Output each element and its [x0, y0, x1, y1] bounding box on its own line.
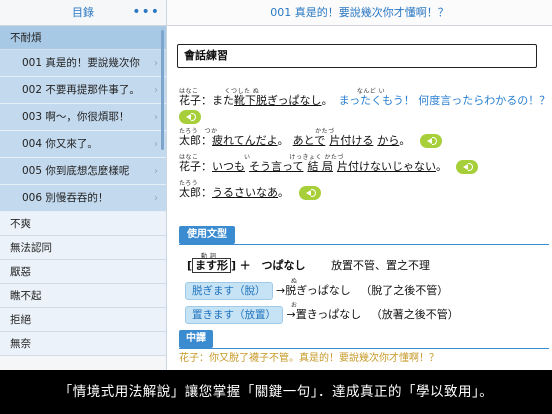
sidebar-item-label: 003 啊～，你很煩耶！: [22, 111, 130, 123]
example-verb-pill: 置きます（放置）: [185, 306, 283, 324]
dialogue-line: 花子：また靴下脱ぎっぱなし。 まったくもう！ 何度言ったらわかるの！？: [179, 94, 550, 108]
grammar-pattern-text: ＋ つぱなし: [239, 259, 306, 272]
speaker-audio-icon[interactable]: [179, 110, 201, 124]
arrow-right-icon: →: [286, 308, 296, 321]
example-result: 置きっぱなし: [295, 308, 362, 321]
speaker: 花子：: [179, 94, 212, 107]
key-phrase: 靴下脱ぎっぱなし: [234, 94, 322, 107]
dialogue-line: [179, 110, 201, 124]
grammar-example: 脱ぎます（脫） →脱ぎっぱなし （脫了之後不管）: [185, 282, 448, 300]
sidebar-category[interactable]: 不爽: [0, 212, 166, 236]
sidebar-category-impatient[interactable]: 不耐煩: [0, 26, 166, 50]
chevron-right-icon: ›: [154, 166, 158, 177]
arrow-right-icon: →: [276, 284, 286, 297]
sidebar-category[interactable]: 瞧不起: [0, 284, 166, 308]
sidebar-item[interactable]: 005 你到底想怎麼樣呢 ›: [0, 158, 166, 185]
grammar-pattern: [ます形] ＋ つぱなし 放置不管、置之不理: [187, 258, 431, 273]
sidebar-item[interactable]: 001 真是的！要說幾次你 ›: [0, 50, 166, 77]
dialogue-text: そう言って: [249, 160, 304, 173]
sidebar-item[interactable]: 002 不要再提那件事了。 ›: [0, 77, 166, 104]
sidebar-category[interactable]: 無奈: [0, 332, 166, 356]
speaker-audio-icon[interactable]: [298, 186, 321, 200]
sidebar-scrollbar[interactable]: [161, 30, 164, 150]
chevron-right-icon: ›: [154, 139, 158, 150]
lesson-title: 001 真是的！要說幾次你才懂啊！？: [270, 6, 449, 19]
lesson-header: 001 真是的！要說幾次你才懂啊！？: [167, 0, 552, 26]
dialogue-text: また: [212, 94, 234, 107]
chevron-right-icon: ›: [154, 112, 158, 123]
speaker: 花子：: [179, 160, 212, 173]
dialogue-text: 。: [399, 134, 411, 147]
grammar-divider: [179, 244, 549, 245]
dialogue-text: 。: [277, 134, 289, 147]
practice-title-box: 會話練習: [177, 44, 537, 68]
grammar-tag: ます形: [192, 258, 232, 273]
grammar-example: 置きます（放置） →置きっぱなし （放著之後不管）: [185, 306, 459, 324]
dialogue-text: 。: [278, 186, 289, 199]
speaker-audio-icon[interactable]: [456, 160, 479, 174]
sidebar-item-label: 001 真是的！要說幾次你: [22, 57, 140, 69]
translation-divider: [179, 348, 549, 349]
example-verb-pill: 脱ぎます（脫）: [185, 282, 273, 300]
sidebar-item-label: 005 你到底想怎麼樣呢: [22, 165, 130, 177]
dialogue-text: から: [377, 134, 400, 147]
sidebar-item-label: 002 不要再提那件事了。: [22, 84, 140, 96]
lesson-pane: 001 真是的！要說幾次你才懂啊！？ 會話練習 はなこ くつした ぬ なんど い…: [167, 0, 552, 370]
sidebar-category[interactable]: 拒絕: [0, 308, 166, 332]
chevron-right-icon: ›: [154, 193, 158, 204]
caption-text: 「情境式用法解說」讓您掌握「關鍵一句」．達成真正的「學以致用」。: [58, 384, 494, 400]
dialogue-text: いつも: [212, 160, 245, 173]
practice-title: 會話練習: [184, 49, 228, 62]
dialogue-text: 。: [435, 160, 447, 173]
dialogue-highlight: まったくもう！ 何度言ったらわかるの！？: [338, 94, 551, 107]
speaker: 太郎：: [179, 186, 212, 199]
sidebar-category[interactable]: 無法認同: [0, 236, 166, 260]
example-meaning: （脫了之後不管）: [360, 284, 449, 297]
sidebar: 目錄 ••• 不耐煩 001 真是的！要說幾次你 › 002 不要再提那件事了。 ›…: [0, 0, 167, 370]
chevron-right-icon: ›: [154, 58, 158, 69]
sidebar-header: 目錄 •••: [0, 0, 166, 26]
dialogue-line: 太郎：疲れてんだよ。 あとで 片付ける から。: [179, 134, 442, 148]
example-result: 脱ぎっぱなし: [285, 284, 351, 297]
example-meaning: （放著之後不管）: [370, 308, 459, 321]
dialogue-line: 花子：いつも そう言って結 局片付けないじゃない。: [179, 160, 479, 174]
caption-band: 「情境式用法解說」讓您掌握「關鍵一句」．達成真正的「學以致用」。: [0, 370, 552, 414]
translation-section-tab: 中譯: [179, 330, 213, 348]
dialogue-text: 疲れてんだよ: [212, 134, 278, 147]
dialogue-text: 片付ける: [329, 134, 374, 147]
dialogue-text: うるさいなあ: [212, 186, 278, 199]
more-icon[interactable]: •••: [132, 0, 160, 24]
dialogue-text: 結 局: [307, 160, 333, 173]
dialogue-line: 太郎：うるさいなあ。: [179, 186, 321, 200]
sidebar-item-label: 004 你又來了。: [22, 138, 98, 150]
sidebar-title: 目錄: [72, 6, 94, 19]
grammar-meaning: 放置不管、置之不理: [331, 259, 431, 272]
dialogue-text: 。: [321, 94, 333, 107]
speaker-audio-icon[interactable]: [419, 134, 442, 148]
sidebar-item[interactable]: 006 別慢吞吞的！ ›: [0, 185, 166, 212]
sidebar-item[interactable]: 003 啊～，你很煩耶！ ›: [0, 104, 166, 131]
sidebar-item-label: 006 別慢吞吞的！: [22, 192, 109, 204]
speaker: 太郎：: [179, 134, 212, 147]
sidebar-item[interactable]: 004 你又來了。 ›: [0, 131, 166, 158]
translation-line: 花子：你又脫了襪子不管。真是的！要說幾次你才懂啊！？: [179, 353, 439, 364]
dialogue-text: 片付けないじゃない: [336, 160, 436, 173]
grammar-section-tab: 使用文型: [179, 226, 235, 244]
chevron-right-icon: ›: [154, 85, 158, 96]
dialogue-text: あとで: [292, 134, 326, 147]
sidebar-category[interactable]: 厭惡: [0, 260, 166, 284]
